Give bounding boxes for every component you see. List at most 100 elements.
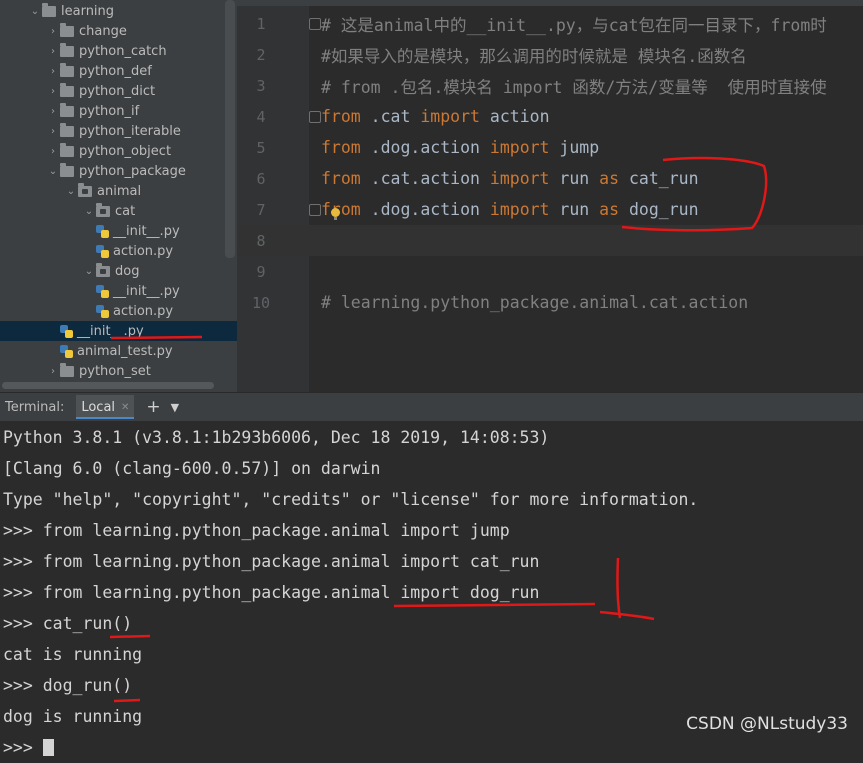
- tree-item[interactable]: › change: [0, 21, 237, 41]
- fold-marker-icon[interactable]: [309, 18, 321, 30]
- tree-item[interactable]: › python_def: [0, 61, 237, 81]
- fold-marker-icon[interactable]: [309, 204, 321, 216]
- folder-icon: [60, 362, 74, 377]
- terminal-line: cat is running: [3, 639, 142, 670]
- code-line[interactable]: 9: [237, 256, 863, 287]
- tree-item[interactable]: ⌄ python_package: [0, 161, 237, 181]
- terminal-tab-label: Local: [81, 399, 116, 415]
- tree-item-label: dog: [115, 263, 140, 279]
- tree-item-label: python_object: [79, 143, 172, 159]
- chevron-right-icon[interactable]: ›: [46, 361, 60, 381]
- chevron-right-icon[interactable]: ›: [46, 41, 60, 61]
- terminal-line-text: Type "help", "copyright", "credits" or "…: [3, 490, 699, 509]
- terminal-output[interactable]: Python 3.8.1 (v3.8.1:1b293b6006, Dec 18 …: [0, 421, 863, 757]
- tree-item-label: action.py: [113, 303, 174, 319]
- python-file-icon: [96, 244, 109, 258]
- code-token: # from .包名.模块名 import 函数/方法/变量等 使用时直接使: [321, 77, 827, 97]
- close-icon[interactable]: ✕: [121, 402, 129, 413]
- code-line[interactable]: 3 # from .包名.模块名 import 函数/方法/变量等 使用时直接使: [237, 70, 863, 101]
- code-text: from .dog.action import jump: [321, 138, 599, 157]
- fold-marker-icon[interactable]: [309, 111, 321, 123]
- code-token: action: [479, 107, 550, 126]
- code-text: from .cat.action import run as cat_run: [321, 169, 699, 188]
- line-number: 7: [256, 200, 266, 219]
- tree-item-label: python_iterable: [79, 123, 181, 139]
- code-token: cat_run: [619, 169, 699, 188]
- code-token: import: [489, 200, 550, 219]
- plus-icon[interactable]: +: [146, 397, 160, 417]
- chevron-right-icon[interactable]: ›: [46, 101, 60, 121]
- tree-item-label: animal_test.py: [77, 343, 173, 359]
- tree-item[interactable]: animal_test.py: [0, 341, 237, 361]
- lightbulb-icon[interactable]: [331, 208, 340, 220]
- tree-item[interactable]: › python_iterable: [0, 121, 237, 141]
- code-text: # learning.python_package.animal.cat.act…: [321, 293, 748, 312]
- code-token: jump: [549, 138, 600, 157]
- line-number: 10: [251, 293, 271, 312]
- tree-item[interactable]: › python_if: [0, 101, 237, 121]
- code-line[interactable]: 1 # 这是animal中的__init__.py，与cat包在同一目录下，fro…: [237, 8, 863, 39]
- terminal-line-text: >>> from learning.python_package.animal …: [3, 552, 540, 571]
- editor-tab-strip: [237, 0, 863, 6]
- chevron-right-icon[interactable]: ›: [46, 61, 60, 81]
- terminal-line-text: >>> from learning.python_package.animal …: [3, 583, 540, 602]
- code-token: # learning.python_package.animal.cat.act…: [321, 293, 749, 312]
- tree-item[interactable]: › python_dict: [0, 81, 237, 101]
- tree-item[interactable]: ⌄ animal: [0, 181, 237, 201]
- code-line[interactable]: 8: [237, 225, 863, 256]
- tree-item[interactable]: __init__.py: [0, 281, 237, 301]
- tree-item[interactable]: ⌄ learning: [0, 1, 237, 21]
- tree-horizontal-scrollbar[interactable]: [2, 382, 214, 389]
- code-editor[interactable]: 1 # 这是animal中的__init__.py，与cat包在同一目录下，fro…: [237, 0, 863, 392]
- tree-item-label: python_def: [79, 63, 152, 79]
- code-text: #如果导入的是模块，那么调用的时候就是 模块名.函数名: [321, 43, 747, 67]
- chevron-down-icon[interactable]: ⌄: [82, 261, 96, 281]
- package-folder-icon: [78, 182, 92, 197]
- code-token: from: [321, 200, 361, 219]
- line-number: 8: [256, 231, 266, 250]
- tree-item[interactable]: ⌄ dog: [0, 261, 237, 281]
- terminal-line: Python 3.8.1 (v3.8.1:1b293b6006, Dec 18 …: [3, 422, 549, 453]
- tree-item[interactable]: › python_set: [0, 361, 237, 381]
- code-token: .cat: [360, 107, 421, 126]
- folder-icon: [60, 122, 74, 137]
- folder-icon: [42, 2, 56, 17]
- chevron-right-icon[interactable]: ›: [46, 141, 60, 161]
- terminal-line-text: >>>: [3, 738, 43, 757]
- terminal-line-text: >>> cat_run(): [3, 614, 133, 633]
- watermark: CSDN @NLstudy33: [686, 714, 848, 734]
- tree-vertical-scrollbar[interactable]: [225, 0, 235, 258]
- code-text: from .cat import action: [321, 107, 550, 126]
- tree-item-label: learning: [61, 3, 115, 19]
- chevron-down-icon[interactable]: ⌄: [64, 181, 78, 201]
- tree-item[interactable]: › python_catch: [0, 41, 237, 61]
- project-tree: ⌄ learning › change › python_catch › python_def…: [0, 0, 237, 392]
- terminal-line: [Clang 6.0 (clang-600.0.57)] on darwin: [3, 453, 381, 484]
- code-line[interactable]: 10 # learning.python_package.animal.cat.a…: [237, 287, 863, 318]
- tree-item[interactable]: › python_object: [0, 141, 237, 161]
- tree-item[interactable]: __init__.py: [0, 321, 237, 341]
- terminal-line-text: cat is running: [3, 645, 143, 664]
- tree-item[interactable]: __init__.py: [0, 221, 237, 241]
- chevron-down-icon[interactable]: ⌄: [46, 161, 60, 181]
- code-line[interactable]: 2 #如果导入的是模块，那么调用的时候就是 模块名.函数名: [237, 39, 863, 70]
- code-token: as: [599, 169, 620, 188]
- code-token: dog_run: [619, 200, 699, 219]
- chevron-down-icon[interactable]: ⌄: [28, 1, 42, 21]
- terminal-tab-local[interactable]: Local ✕: [76, 395, 135, 419]
- code-line[interactable]: 5 from .dog.action import jump: [237, 132, 863, 163]
- code-line[interactable]: 4 from .cat import action: [237, 101, 863, 132]
- chevron-down-icon[interactable]: ⌄: [82, 201, 96, 221]
- tree-item-label: python_dict: [79, 83, 156, 99]
- tree-item[interactable]: action.py: [0, 241, 237, 261]
- terminal-line: >>> dog_run(): [3, 670, 132, 701]
- terminal-line: >>> cat_run(): [3, 608, 132, 639]
- chevron-down-icon[interactable]: ▼: [171, 401, 179, 414]
- tree-item[interactable]: ⌄ cat: [0, 201, 237, 221]
- code-line[interactable]: 6 from .cat.action import run as cat_run: [237, 163, 863, 194]
- tree-item[interactable]: action.py: [0, 301, 237, 321]
- chevron-right-icon[interactable]: ›: [46, 81, 60, 101]
- code-token: from: [321, 169, 361, 188]
- chevron-right-icon[interactable]: ›: [46, 121, 60, 141]
- chevron-right-icon[interactable]: ›: [46, 21, 60, 41]
